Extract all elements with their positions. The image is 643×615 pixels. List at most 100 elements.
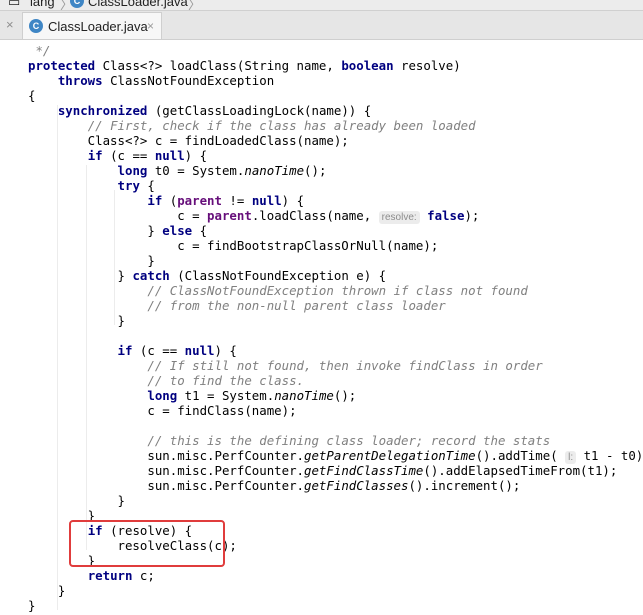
code-token: (); <box>333 388 357 403</box>
code-token: ( <box>162 193 178 208</box>
code-token: } <box>28 583 66 598</box>
code-line[interactable]: sun.misc.PerfCounter.getParentDelegation… <box>28 448 643 464</box>
code-line[interactable]: sun.misc.PerfCounter.getFindClasses().in… <box>28 478 520 493</box>
code-line[interactable]: } <box>28 313 125 328</box>
code-line[interactable]: protected Class<?> loadClass(String name… <box>28 58 461 73</box>
code-token: { <box>139 178 155 193</box>
code-token: } <box>28 493 125 508</box>
code-line[interactable]: sun.misc.PerfCounter.getFindClassTime().… <box>28 463 617 478</box>
code-line[interactable]: } catch (ClassNotFoundException e) { <box>28 268 387 283</box>
code-token: ) { <box>281 193 305 208</box>
code-token: ().addTime( <box>475 448 566 463</box>
code-token: null <box>154 148 185 163</box>
code-line[interactable]: if (c == null) { <box>28 148 207 163</box>
code-token: sun.misc.PerfCounter. <box>28 478 305 493</box>
code-line[interactable]: return c; <box>28 568 155 583</box>
code-line[interactable]: } <box>28 598 35 613</box>
code-token: ); <box>464 208 480 223</box>
code-line[interactable]: } <box>28 493 125 508</box>
code-token: // If still not found, then invoke findC… <box>147 358 543 373</box>
code-line[interactable]: // to find the class. <box>28 373 304 388</box>
java-class-icon: C <box>29 19 43 33</box>
code-token: long <box>117 163 148 178</box>
code-token: ().increment(); <box>408 478 521 493</box>
code-line[interactable]: // If still not found, then invoke findC… <box>28 358 543 373</box>
code-token: getParentDelegationTime <box>304 448 476 463</box>
code-token: (c == <box>132 343 185 358</box>
code-token: null <box>251 193 282 208</box>
close-icon[interactable]: × <box>6 17 14 32</box>
code-token: if <box>117 343 133 358</box>
code-token: else <box>162 223 193 238</box>
code-token: // First, check if the class has already… <box>87 118 476 133</box>
code-token: // ClassNotFoundException thrown if clas… <box>147 283 528 298</box>
code-token: t1 = System. <box>177 388 275 403</box>
code-line[interactable]: try { <box>28 178 155 193</box>
code-line[interactable]: } <box>28 583 65 598</box>
code-line[interactable]: // this is the defining class loader; re… <box>28 433 550 448</box>
code-token: c = <box>28 208 208 223</box>
code-token: // this is the defining class loader; re… <box>147 433 551 448</box>
code-token: try <box>117 178 140 193</box>
code-line[interactable]: throws ClassNotFoundException <box>28 73 274 88</box>
code-token: parent <box>207 208 252 223</box>
code-line[interactable]: if (c == null) { <box>28 343 237 358</box>
code-token: sun.misc.PerfCounter. <box>28 463 305 478</box>
code-line[interactable]: synchronized (getClassLoadingLock(name))… <box>28 103 371 118</box>
code-line[interactable]: long t0 = System.nanoTime(); <box>28 163 327 178</box>
tab-classloader-java[interactable]: C ClassLoader.java × <box>22 12 162 39</box>
code-line[interactable]: c = parent.loadClass(name, resolve: fals… <box>28 208 480 224</box>
code-token: nanoTime <box>274 388 334 403</box>
code-token: } <box>28 223 163 238</box>
code-token: if <box>147 193 163 208</box>
code-token: { <box>192 223 208 238</box>
code-line[interactable]: } else { <box>28 223 207 238</box>
parameter-hint: resolve: <box>378 211 420 224</box>
code-line[interactable]: */ <box>28 43 50 58</box>
code-token: sun.misc.PerfCounter. <box>28 448 305 463</box>
code-token: // to find the class. <box>147 373 305 388</box>
breadcrumb-item-classloader[interactable]: ClassLoader.java <box>88 0 188 9</box>
code-token: != <box>221 193 252 208</box>
code-line[interactable]: c = findBootstrapClassOrNull(name); <box>28 238 438 253</box>
breadcrumb-item-lang[interactable]: lang <box>30 0 55 9</box>
highlight-box <box>69 520 225 567</box>
code-line[interactable]: long t1 = System.nanoTime(); <box>28 388 356 403</box>
code-line[interactable]: if (parent != null) { <box>28 193 304 208</box>
code-token: Class<?> loadClass(String name, <box>95 58 342 73</box>
code-token: (); <box>304 163 327 178</box>
code-line[interactable]: } <box>28 253 154 268</box>
code-token: .loadClass(name, <box>251 208 379 223</box>
breadcrumb-separator: 〉 <box>188 0 202 11</box>
tab-close-icon[interactable]: × <box>147 19 154 33</box>
code-token: return <box>87 568 133 583</box>
code-token: parent <box>177 193 222 208</box>
code-token: t1 - t0); <box>583 448 643 463</box>
code-token: ) { <box>214 343 237 358</box>
code-line[interactable]: // from the non-null parent class loader <box>28 298 445 313</box>
code-line[interactable]: { <box>28 88 35 103</box>
code-line[interactable]: // ClassNotFoundException thrown if clas… <box>28 283 528 298</box>
editor-tab-bar: × C ClassLoader.java × <box>0 11 643 40</box>
code-token: t0 = System. <box>147 163 245 178</box>
code-token: ().addElapsedTimeFrom(t1); <box>423 463 618 478</box>
code-line[interactable]: // First, check if the class has already… <box>28 118 476 133</box>
code-token: false <box>427 208 465 223</box>
code-token: ClassNotFoundException <box>102 73 275 88</box>
code-token: } <box>28 313 125 328</box>
code-token: long <box>147 388 178 403</box>
code-token: ) { <box>184 148 208 163</box>
code-token: c = findClass(name); <box>28 403 297 418</box>
code-line[interactable]: c = findClass(name); <box>28 403 297 418</box>
code-token: throws <box>57 73 103 88</box>
code-line[interactable]: Class<?> c = findLoadedClass(name); <box>28 133 349 148</box>
